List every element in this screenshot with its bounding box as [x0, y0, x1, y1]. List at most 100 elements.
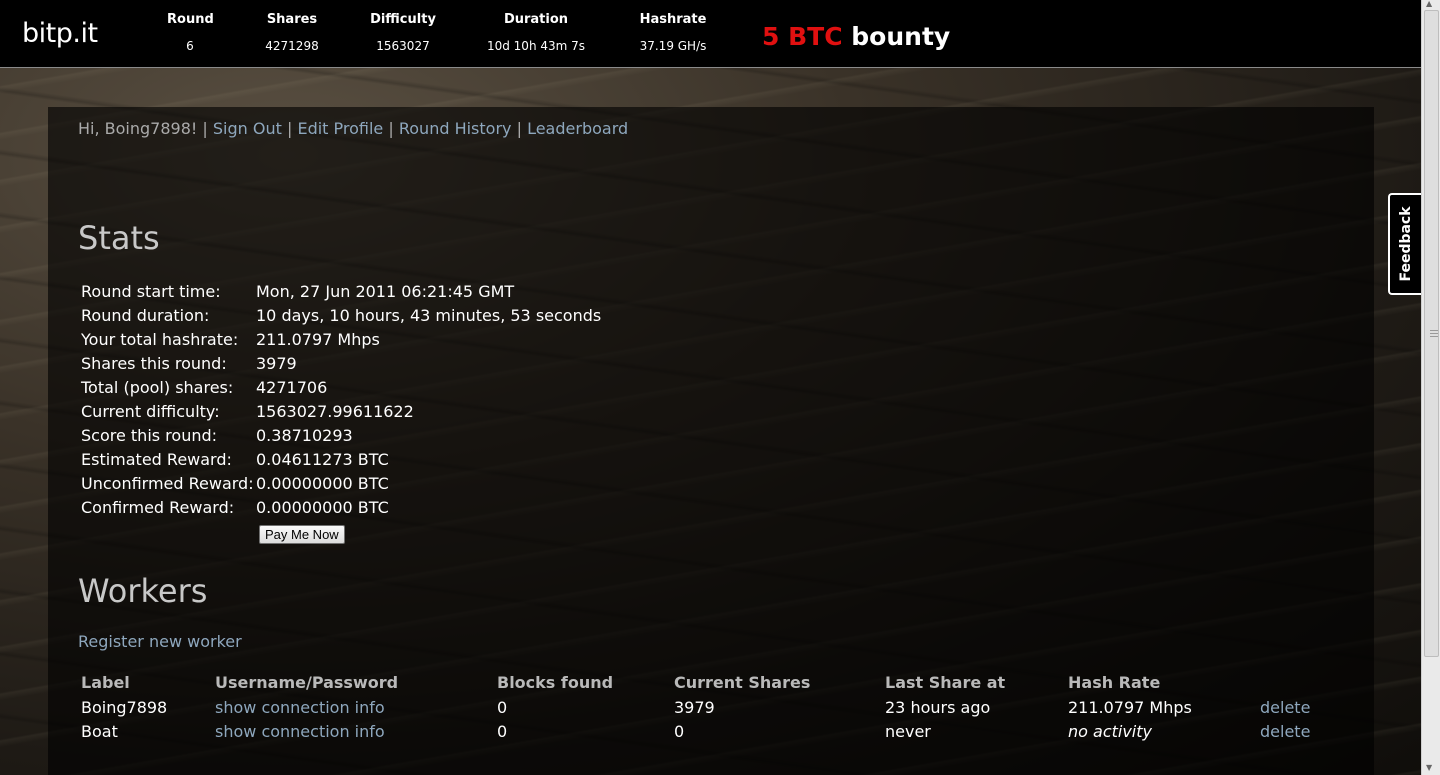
- header-stat-label: Hashrate: [639, 12, 707, 27]
- stats-row: Shares this round: 3979: [81, 351, 601, 375]
- table-row: Boing7898 show connection info 0 3979 23…: [81, 695, 1310, 719]
- stat-label: Round duration:: [81, 305, 210, 325]
- stats-row: Total (pool) shares: 4271706: [81, 375, 601, 399]
- header-stat-value: 6: [186, 39, 194, 53]
- header-stat-label: Round: [167, 12, 214, 27]
- page-scrollbar[interactable]: ▲ ▼: [1421, 0, 1440, 775]
- grip-line: [1430, 336, 1438, 337]
- worker-blocks: 0: [497, 697, 508, 717]
- worker-shares: 3979: [674, 697, 715, 717]
- stats-heading: Stats: [78, 219, 160, 257]
- stats-row: Confirmed Reward: 0.00000000 BTC: [81, 495, 601, 519]
- worker-blocks: 0: [497, 721, 508, 741]
- grip-line: [1430, 330, 1438, 331]
- column-header-last-share: Last Share at: [885, 672, 1006, 692]
- column-header-shares: Current Shares: [674, 672, 811, 692]
- column-header-blocks: Blocks found: [497, 672, 614, 692]
- stat-value: 0.04611273 BTC: [256, 449, 389, 469]
- delete-worker-link[interactable]: delete: [1260, 698, 1310, 717]
- bounty-banner[interactable]: 5 BTC bounty: [762, 22, 950, 51]
- stat-label: Current difficulty:: [81, 401, 220, 421]
- greeting: Hi, Boing7898!: [78, 119, 198, 138]
- workers-heading: Workers: [78, 572, 208, 610]
- stats-table: Round start time: Mon, 27 Jun 2011 06:21:…: [81, 279, 601, 519]
- stat-label: Estimated Reward:: [81, 449, 232, 469]
- stats-row: Your total hashrate: 211.0797 Mhps: [81, 327, 601, 351]
- scroll-down-arrow-icon[interactable]: ▼: [1426, 763, 1432, 772]
- worker-last-share: 23 hours ago: [885, 697, 991, 717]
- delete-worker-link[interactable]: delete: [1260, 722, 1310, 741]
- scroll-up-arrow-icon[interactable]: ▲: [1426, 0, 1432, 8]
- feedback-label: Feedback: [1398, 206, 1414, 282]
- table-row: Boat show connection info 0 0 never no a…: [81, 719, 1310, 743]
- stat-label: Unconfirmed Reward:: [81, 473, 254, 493]
- stat-value: Mon, 27 Jun 2011 06:21:45 GMT: [256, 281, 515, 301]
- header-stat-label: Shares: [266, 12, 318, 27]
- stat-value: 10 days, 10 hours, 43 minutes, 53 second…: [256, 305, 602, 325]
- nav-separator: |: [388, 119, 394, 138]
- main-panel: Hi, Boing7898! | Sign Out | Edit Profile…: [48, 107, 1374, 775]
- site-logo[interactable]: bitp.it: [22, 18, 98, 49]
- pay-me-now-button[interactable]: Pay Me Now: [259, 525, 345, 544]
- stat-value: 211.0797 Mhps: [256, 329, 380, 349]
- bounty-amount: 5 BTC: [762, 22, 843, 51]
- header-stat-value: 37.19 GH/s: [639, 39, 707, 53]
- nav-separator: |: [516, 119, 522, 138]
- stats-row: Score this round: 0.38710293: [81, 423, 601, 447]
- stats-row: Current difficulty: 1563027.99611622: [81, 399, 601, 423]
- header-stat-label: Difficulty: [370, 12, 436, 27]
- bounty-word: bounty: [851, 22, 951, 51]
- show-connection-info-link[interactable]: show connection info: [215, 698, 385, 717]
- column-header-username: Username/Password: [215, 672, 399, 692]
- column-header-label: Label: [81, 672, 130, 692]
- stat-label: Score this round:: [81, 425, 218, 445]
- user-nav: Hi, Boing7898! | Sign Out | Edit Profile…: [78, 119, 628, 138]
- stats-row: Unconfirmed Reward: 0.00000000 BTC: [81, 471, 601, 495]
- sign-out-link[interactable]: Sign Out: [213, 119, 282, 138]
- nav-separator: |: [202, 119, 208, 138]
- header-stat-hashrate: Hashrate 37.19 GH/s: [628, 12, 718, 53]
- stat-value: 1563027.99611622: [256, 401, 414, 421]
- stat-label: Shares this round:: [81, 353, 227, 373]
- grip-line: [1430, 333, 1438, 334]
- worker-last-share: never: [885, 721, 931, 741]
- register-worker-link[interactable]: Register new worker: [78, 632, 242, 651]
- stat-value: 0.38710293: [256, 425, 353, 445]
- stats-row: Estimated Reward: 0.04611273 BTC: [81, 447, 601, 471]
- show-connection-info-link[interactable]: show connection info: [215, 722, 385, 741]
- round-history-link[interactable]: Round History: [399, 119, 512, 138]
- worker-hash-rate: no activity: [1068, 721, 1152, 741]
- header-stat-label: Duration: [503, 12, 569, 27]
- scrollbar-thumb[interactable]: [1424, 10, 1439, 657]
- stat-label: Round start time:: [81, 281, 221, 301]
- stat-value: 4271706: [256, 377, 328, 397]
- worker-shares: 0: [674, 721, 685, 741]
- stats-row: Round duration: 10 days, 10 hours, 43 min…: [81, 303, 601, 327]
- column-header-hash-rate: Hash Rate: [1068, 672, 1161, 692]
- nav-separator: |: [286, 119, 293, 138]
- header-stat-round: Round 6: [167, 12, 214, 53]
- workers-table: Label Username/Password Blocks found Cur…: [81, 669, 1310, 743]
- stat-label: Confirmed Reward:: [81, 497, 235, 517]
- stat-value: 3979: [256, 353, 297, 373]
- column-header-actions: [1260, 669, 1310, 695]
- header-stat-value: 1563027: [376, 39, 430, 53]
- stat-label: Total (pool) shares:: [81, 377, 234, 397]
- stat-label: Your total hashrate:: [81, 329, 239, 349]
- stat-value: 0.00000000 BTC: [256, 473, 389, 493]
- stats-row: Round start time: Mon, 27 Jun 2011 06:21:…: [81, 279, 601, 303]
- header-stat-value: 10d 10h 43m 7s: [486, 39, 586, 53]
- workers-header-row: Label Username/Password Blocks found Cur…: [81, 669, 1310, 695]
- header-stat-duration: Duration 10d 10h 43m 7s: [476, 12, 596, 53]
- stat-value: 0.00000000 BTC: [256, 497, 389, 517]
- worker-label: Boing7898: [81, 697, 168, 717]
- worker-hash-rate: 211.0797 Mhps: [1068, 697, 1192, 717]
- leaderboard-link[interactable]: Leaderboard: [527, 119, 628, 138]
- header-bar: bitp.it Round 6 Shares 4271298 Difficult…: [0, 0, 1422, 68]
- worker-label: Boat: [81, 721, 118, 741]
- header-stat-difficulty: Difficulty 1563027: [363, 12, 443, 53]
- edit-profile-link[interactable]: Edit Profile: [297, 119, 383, 138]
- feedback-tab[interactable]: Feedback: [1388, 193, 1422, 295]
- header-stat-shares: Shares 4271298: [257, 12, 327, 53]
- header-stat-value: 4271298: [265, 39, 319, 53]
